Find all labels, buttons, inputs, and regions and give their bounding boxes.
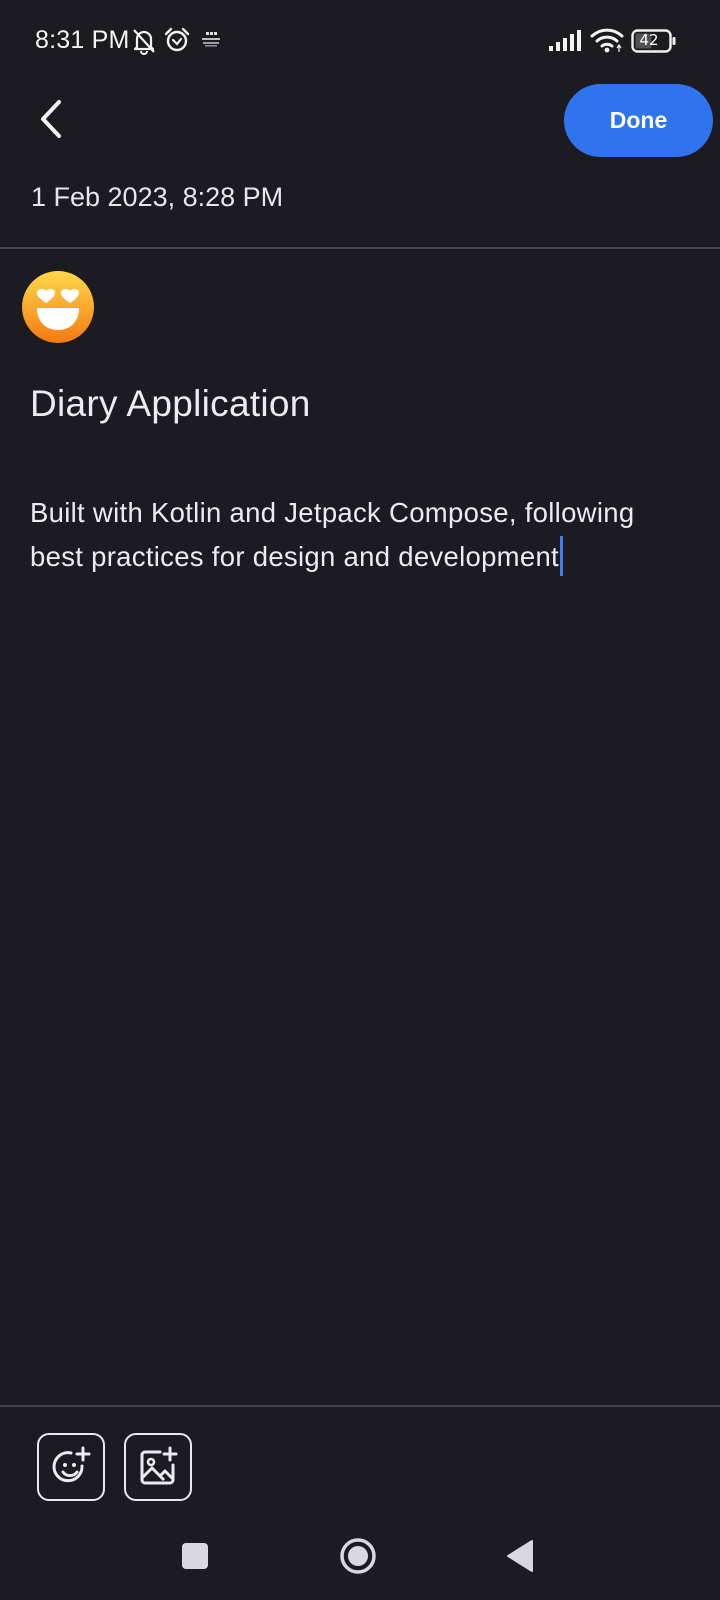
alarm-icon bbox=[164, 27, 190, 52]
add-image-icon bbox=[140, 1446, 178, 1485]
add-mood-button[interactable] bbox=[37, 1433, 105, 1501]
entry-body-text: Built with Kotlin and Jetpack Compose, f… bbox=[30, 497, 635, 572]
header-divider bbox=[0, 247, 720, 249]
back-button[interactable] bbox=[28, 92, 76, 146]
home-icon[interactable] bbox=[339, 1537, 377, 1575]
toolbar-divider bbox=[0, 1405, 720, 1407]
signal-icon bbox=[549, 30, 581, 51]
done-button[interactable]: Done bbox=[564, 84, 713, 157]
battery-level: 42 bbox=[639, 31, 659, 49]
wifi-icon bbox=[590, 28, 624, 53]
entry-body-input[interactable]: Built with Kotlin and Jetpack Compose, f… bbox=[30, 491, 670, 579]
recents-icon[interactable] bbox=[181, 1542, 209, 1570]
news-app-icon bbox=[202, 32, 220, 47]
muted-bell-icon bbox=[133, 29, 155, 55]
system-nav-bar bbox=[0, 1520, 720, 1600]
status-time: 8:31 PM bbox=[35, 26, 130, 54]
back-triangle-icon[interactable] bbox=[505, 1539, 535, 1573]
add-image-button[interactable] bbox=[124, 1433, 192, 1501]
heart-eyes-emoji-icon[interactable] bbox=[21, 270, 95, 344]
text-caret bbox=[560, 536, 563, 576]
entry-date[interactable]: 1 Feb 2023, 8:28 PM bbox=[31, 182, 283, 213]
entry-title-input[interactable]: Diary Application bbox=[30, 383, 311, 425]
chevron-left-icon bbox=[41, 100, 61, 138]
add-mood-icon bbox=[52, 1446, 91, 1483]
status-bar: 8:31 PM 42 bbox=[0, 0, 720, 84]
